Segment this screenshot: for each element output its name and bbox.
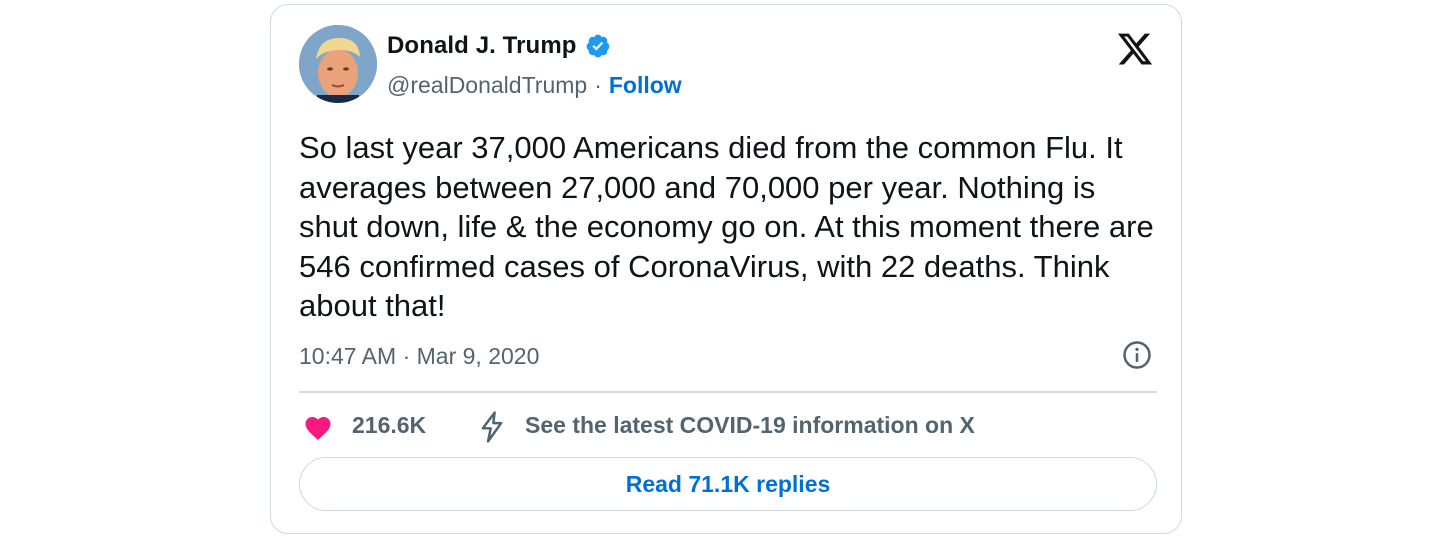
x-logo-icon[interactable]: [1116, 30, 1154, 68]
divider: [299, 391, 1157, 393]
follow-button[interactable]: Follow: [609, 72, 682, 99]
author-name-row: Donald J. Trump: [387, 32, 611, 60]
verified-badge-icon: [585, 33, 611, 59]
separator-dot: ·: [594, 72, 602, 98]
author-handle-row: @realDonaldTrump · Follow: [387, 72, 682, 99]
like-count: 216.6K: [352, 412, 427, 438]
info-icon[interactable]: [1122, 340, 1152, 370]
heart-icon[interactable]: [303, 413, 333, 443]
read-replies-button[interactable]: Read 71.1K replies: [299, 457, 1157, 511]
lightning-bolt-icon: [476, 410, 508, 444]
tweet-embed-card: Donald J. Trump @realDonaldTrump · Follo…: [270, 4, 1182, 534]
author-handle[interactable]: @realDonaldTrump: [387, 72, 587, 99]
tweet-text: So last year 37,000 Americans died from …: [299, 130, 1154, 323]
covid-info-link[interactable]: See the latest COVID-19 information on X: [525, 412, 975, 439]
tweet-timestamp[interactable]: 10:47 AM · Mar 9, 2020: [299, 343, 539, 370]
author-display-name[interactable]: Donald J. Trump: [387, 32, 577, 60]
avatar[interactable]: [299, 25, 377, 103]
